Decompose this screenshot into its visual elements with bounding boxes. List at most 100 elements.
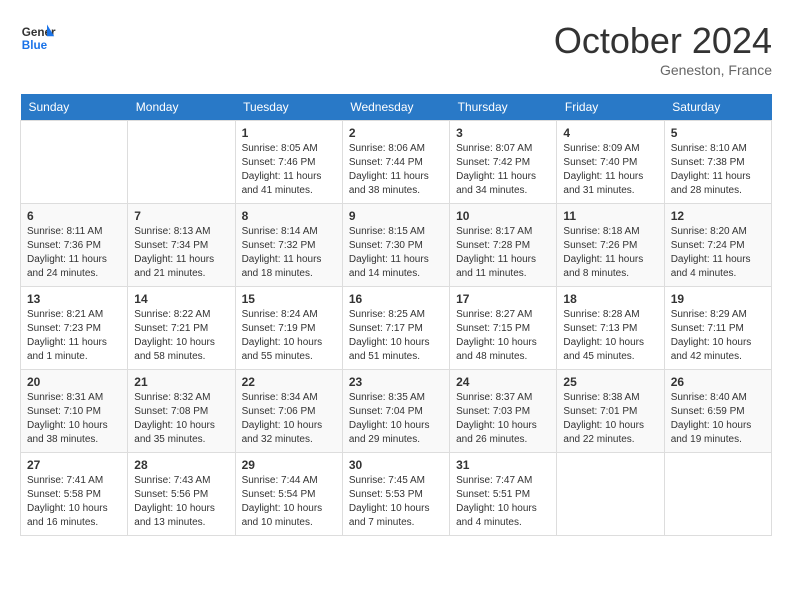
day-number: 23 — [349, 375, 443, 389]
day-number: 7 — [134, 209, 228, 223]
day-number: 27 — [27, 458, 121, 472]
logo: General Blue — [20, 20, 56, 56]
calendar-week-row: 13 Sunrise: 8:21 AM Sunset: 7:23 PM Dayli… — [21, 287, 772, 370]
calendar-week-row: 6 Sunrise: 8:11 AM Sunset: 7:36 PM Daylig… — [21, 204, 772, 287]
calendar-cell: 10Sunrise: 8:17 AM Sunset: 7:28 PM Dayli… — [450, 204, 557, 287]
day-number: 13 — [27, 292, 121, 306]
calendar-cell: 7 Sunrise: 8:13 AM Sunset: 7:34 PM Daylig… — [128, 204, 235, 287]
calendar-cell: 26 Sunrise: 8:40 AM Sunset: 6:59 PM Dayli… — [664, 370, 771, 453]
calendar-cell: 3 Sunrise: 8:07 AM Sunset: 7:42 PM Daylig… — [450, 121, 557, 204]
day-info: Sunrise: 8:31 AM Sunset: 7:10 PM Dayligh… — [27, 391, 121, 447]
location: Geneston, France — [554, 62, 772, 78]
calendar-cell: 18 Sunrise: 8:28 AM Sunset: 7:13 PM Dayli… — [557, 287, 664, 370]
day-number: 4 — [563, 126, 657, 140]
day-info: Sunrise: 8:13 AM Sunset: 7:34 PM Dayligh… — [134, 225, 228, 281]
day-number: 24 — [456, 375, 550, 389]
day-number: 17 — [456, 292, 550, 306]
calendar-cell: 21 Sunrise: 8:32 AM Sunset: 7:08 PM Dayli… — [128, 370, 235, 453]
calendar-cell: 24 Sunrise: 8:37 AM Sunset: 7:03 PM Dayli… — [450, 370, 557, 453]
day-info: Sunrise: 8:21 AM Sunset: 7:23 PM Dayligh… — [27, 308, 121, 364]
day-number: 16 — [349, 292, 443, 306]
day-info: Sunrise: 8:22 AM Sunset: 7:21 PM Dayligh… — [134, 308, 228, 364]
day-info: Sunrise: 8:07 AM Sunset: 7:42 PM Dayligh… — [456, 142, 550, 198]
calendar-week-row: 20 Sunrise: 8:31 AM Sunset: 7:10 PM Dayli… — [21, 370, 772, 453]
day-number: 30 — [349, 458, 443, 472]
day-info: Sunrise: 8:24 AM Sunset: 7:19 PM Dayligh… — [242, 308, 336, 364]
day-number: 3 — [456, 126, 550, 140]
weekday-header: Sunday — [21, 94, 128, 121]
day-info: Sunrise: 8:38 AM Sunset: 7:01 PM Dayligh… — [563, 391, 657, 447]
calendar-cell: 15 Sunrise: 8:24 AM Sunset: 7:19 PM Dayli… — [235, 287, 342, 370]
day-number: 21 — [134, 375, 228, 389]
day-info: Sunrise: 8:10 AM Sunset: 7:38 PM Dayligh… — [671, 142, 765, 198]
weekday-header: Thursday — [450, 94, 557, 121]
logo-icon: General Blue — [20, 20, 56, 56]
day-info: Sunrise: 8:15 AM Sunset: 7:30 PM Dayligh… — [349, 225, 443, 281]
month-title: October 2024 — [554, 20, 772, 62]
day-number: 31 — [456, 458, 550, 472]
calendar-cell: 19Sunrise: 8:29 AM Sunset: 7:11 PM Dayli… — [664, 287, 771, 370]
day-number: 2 — [349, 126, 443, 140]
calendar-cell — [557, 453, 664, 536]
calendar-week-row: 27 Sunrise: 7:41 AM Sunset: 5:58 PM Dayli… — [21, 453, 772, 536]
day-info: Sunrise: 7:44 AM Sunset: 5:54 PM Dayligh… — [242, 474, 336, 530]
weekday-header: Tuesday — [235, 94, 342, 121]
calendar-cell: 1 Sunrise: 8:05 AM Sunset: 7:46 PM Daylig… — [235, 121, 342, 204]
day-number: 6 — [27, 209, 121, 223]
day-info: Sunrise: 8:40 AM Sunset: 6:59 PM Dayligh… — [671, 391, 765, 447]
day-info: Sunrise: 8:28 AM Sunset: 7:13 PM Dayligh… — [563, 308, 657, 364]
day-info: Sunrise: 8:27 AM Sunset: 7:15 PM Dayligh… — [456, 308, 550, 364]
day-info: Sunrise: 8:11 AM Sunset: 7:36 PM Dayligh… — [27, 225, 121, 281]
day-info: Sunrise: 8:06 AM Sunset: 7:44 PM Dayligh… — [349, 142, 443, 198]
calendar-cell — [128, 121, 235, 204]
calendar-cell: 4 Sunrise: 8:09 AM Sunset: 7:40 PM Daylig… — [557, 121, 664, 204]
day-info: Sunrise: 8:20 AM Sunset: 7:24 PM Dayligh… — [671, 225, 765, 281]
day-number: 5 — [671, 126, 765, 140]
calendar-cell — [21, 121, 128, 204]
day-number: 26 — [671, 375, 765, 389]
day-number: 28 — [134, 458, 228, 472]
svg-text:Blue: Blue — [22, 39, 48, 52]
day-info: Sunrise: 7:45 AM Sunset: 5:53 PM Dayligh… — [349, 474, 443, 530]
calendar-cell: 28 Sunrise: 7:43 AM Sunset: 5:56 PM Dayli… — [128, 453, 235, 536]
calendar-cell: 6 Sunrise: 8:11 AM Sunset: 7:36 PM Daylig… — [21, 204, 128, 287]
weekday-header: Saturday — [664, 94, 771, 121]
calendar-cell: 17 Sunrise: 8:27 AM Sunset: 7:15 PM Dayli… — [450, 287, 557, 370]
weekday-header: Wednesday — [342, 94, 449, 121]
calendar-cell — [664, 453, 771, 536]
calendar-cell: 9 Sunrise: 8:15 AM Sunset: 7:30 PM Daylig… — [342, 204, 449, 287]
day-info: Sunrise: 8:05 AM Sunset: 7:46 PM Dayligh… — [242, 142, 336, 198]
day-info: Sunrise: 8:32 AM Sunset: 7:08 PM Dayligh… — [134, 391, 228, 447]
page-header: General Blue October 2024 Geneston, Fran… — [20, 20, 772, 78]
calendar-cell: 8Sunrise: 8:14 AM Sunset: 7:32 PM Daylig… — [235, 204, 342, 287]
weekday-header: Friday — [557, 94, 664, 121]
day-info: Sunrise: 7:43 AM Sunset: 5:56 PM Dayligh… — [134, 474, 228, 530]
day-number: 14 — [134, 292, 228, 306]
day-info: Sunrise: 7:41 AM Sunset: 5:58 PM Dayligh… — [27, 474, 121, 530]
calendar-cell: 27 Sunrise: 7:41 AM Sunset: 5:58 PM Dayli… — [21, 453, 128, 536]
day-number: 25 — [563, 375, 657, 389]
day-number: 1 — [242, 126, 336, 140]
day-info: Sunrise: 8:17 AM Sunset: 7:28 PM Dayligh… — [456, 225, 550, 281]
calendar-table: SundayMondayTuesdayWednesdayThursdayFrid… — [20, 94, 772, 536]
day-number: 15 — [242, 292, 336, 306]
day-info: Sunrise: 8:37 AM Sunset: 7:03 PM Dayligh… — [456, 391, 550, 447]
day-number: 18 — [563, 292, 657, 306]
day-number: 9 — [349, 209, 443, 223]
day-number: 20 — [27, 375, 121, 389]
day-info: Sunrise: 8:29 AM Sunset: 7:11 PM Dayligh… — [671, 308, 765, 364]
title-block: October 2024 Geneston, France — [554, 20, 772, 78]
calendar-cell: 23 Sunrise: 8:35 AM Sunset: 7:04 PM Dayli… — [342, 370, 449, 453]
calendar-cell: 30 Sunrise: 7:45 AM Sunset: 5:53 PM Dayli… — [342, 453, 449, 536]
day-number: 29 — [242, 458, 336, 472]
calendar-cell: 31 Sunrise: 7:47 AM Sunset: 5:51 PM Dayli… — [450, 453, 557, 536]
day-info: Sunrise: 8:09 AM Sunset: 7:40 PM Dayligh… — [563, 142, 657, 198]
day-number: 11 — [563, 209, 657, 223]
calendar-cell: 16 Sunrise: 8:25 AM Sunset: 7:17 PM Dayli… — [342, 287, 449, 370]
calendar-cell: 22Sunrise: 8:34 AM Sunset: 7:06 PM Dayli… — [235, 370, 342, 453]
calendar-cell: 11Sunrise: 8:18 AM Sunset: 7:26 PM Dayli… — [557, 204, 664, 287]
day-info: Sunrise: 8:25 AM Sunset: 7:17 PM Dayligh… — [349, 308, 443, 364]
day-number: 12 — [671, 209, 765, 223]
day-info: Sunrise: 7:47 AM Sunset: 5:51 PM Dayligh… — [456, 474, 550, 530]
day-info: Sunrise: 8:35 AM Sunset: 7:04 PM Dayligh… — [349, 391, 443, 447]
